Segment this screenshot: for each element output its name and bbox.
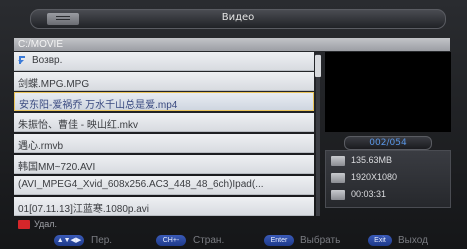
- channel-key: CH+-: [156, 235, 186, 246]
- list-item-label: 遇心.rmvb: [18, 141, 63, 152]
- list-item[interactable]: 遇心.rmvb: [14, 134, 314, 153]
- delete-hint: Удал.: [14, 219, 314, 230]
- list-item-label: (AVI_MPEG4_Xvid_608x256.AC3_448_48_6ch)I…: [18, 179, 264, 190]
- video-preview: [325, 52, 451, 132]
- duration-row: 00:03:31: [331, 188, 449, 202]
- arrows-key: ▲▼◀▶: [54, 235, 84, 246]
- file-size: 135.63MB: [351, 155, 393, 165]
- navigate-label: Пер.: [91, 235, 113, 246]
- file-size-row: 135.63MB: [331, 154, 449, 168]
- exit-key: Exit: [368, 235, 392, 246]
- exit-label: Выход: [398, 235, 428, 246]
- list-item-label: 韩国MM~720.AVI: [18, 162, 96, 173]
- list-item-label: 剑蝶.MPG.MPG: [18, 79, 90, 90]
- red-key-icon: [18, 220, 30, 229]
- file-info-panel: 135.63MB 1920X1080 00:03:31: [325, 150, 451, 208]
- list-item-selected[interactable]: 安东阳-爱祸乔 万水千山总是爱.mp4: [14, 92, 314, 111]
- resolution-icon: [331, 173, 345, 183]
- list-item[interactable]: (AVI_MPEG4_Xvid_608x256.AC3_448_48_6ch)I…: [14, 176, 314, 195]
- list-item-back[interactable]: Возвр.: [14, 52, 314, 71]
- select-label: Выбрать: [300, 235, 341, 246]
- duration: 00:03:31: [351, 189, 387, 199]
- list-item[interactable]: 韩国MM~720.AVI: [14, 155, 314, 174]
- list-item[interactable]: 01[07.11.13]江蓝寒.1080p.avi: [14, 197, 314, 216]
- enter-key: Enter: [264, 235, 294, 246]
- file-size-icon: [331, 156, 345, 166]
- scrollbar-track[interactable]: [316, 54, 320, 216]
- file-list: Возвр. 剑蝶.MPG.MPG 安东阳-爱祸乔 万水千山总是爱.mp4 朱振…: [14, 52, 314, 218]
- help-bar: ▲▼◀▶ Пер. CH+- Стран. Enter Выбрать Exit…: [0, 233, 467, 249]
- back-arrow-icon: [18, 55, 28, 64]
- list-item[interactable]: 剑蝶.MPG.MPG: [14, 72, 314, 91]
- resolution-row: 1920X1080: [331, 171, 449, 185]
- current-path: C:/MOVIE: [18, 39, 64, 50]
- path-bar: C:/MOVIE: [14, 38, 450, 51]
- scrollbar-thumb[interactable]: [315, 55, 321, 77]
- file-counter: 002/054: [344, 136, 432, 150]
- page-label: Стран.: [193, 235, 225, 246]
- list-item-label: 01[07.11.13]江蓝寒.1080p.avi: [18, 204, 150, 215]
- title-bar: Видео: [30, 9, 446, 29]
- list-item-label: 安东阳-爱祸乔 万水千山总是爱.mp4: [19, 100, 178, 111]
- list-item-label: 朱振怡、曹佳 - 映山红.mkv: [18, 120, 138, 131]
- list-item[interactable]: 朱振怡、曹佳 - 映山红.mkv: [14, 113, 314, 132]
- delete-label: Удал.: [34, 219, 58, 229]
- list-item-label: Возвр.: [32, 55, 63, 66]
- resolution: 1920X1080: [351, 172, 398, 182]
- clock-icon: [331, 190, 345, 200]
- window-title: Видео: [221, 12, 255, 23]
- media-player-screen: Видео C:/MOVIE Возвр. 剑蝶.MPG.MPG 安东阳-爱祸乔…: [0, 0, 467, 249]
